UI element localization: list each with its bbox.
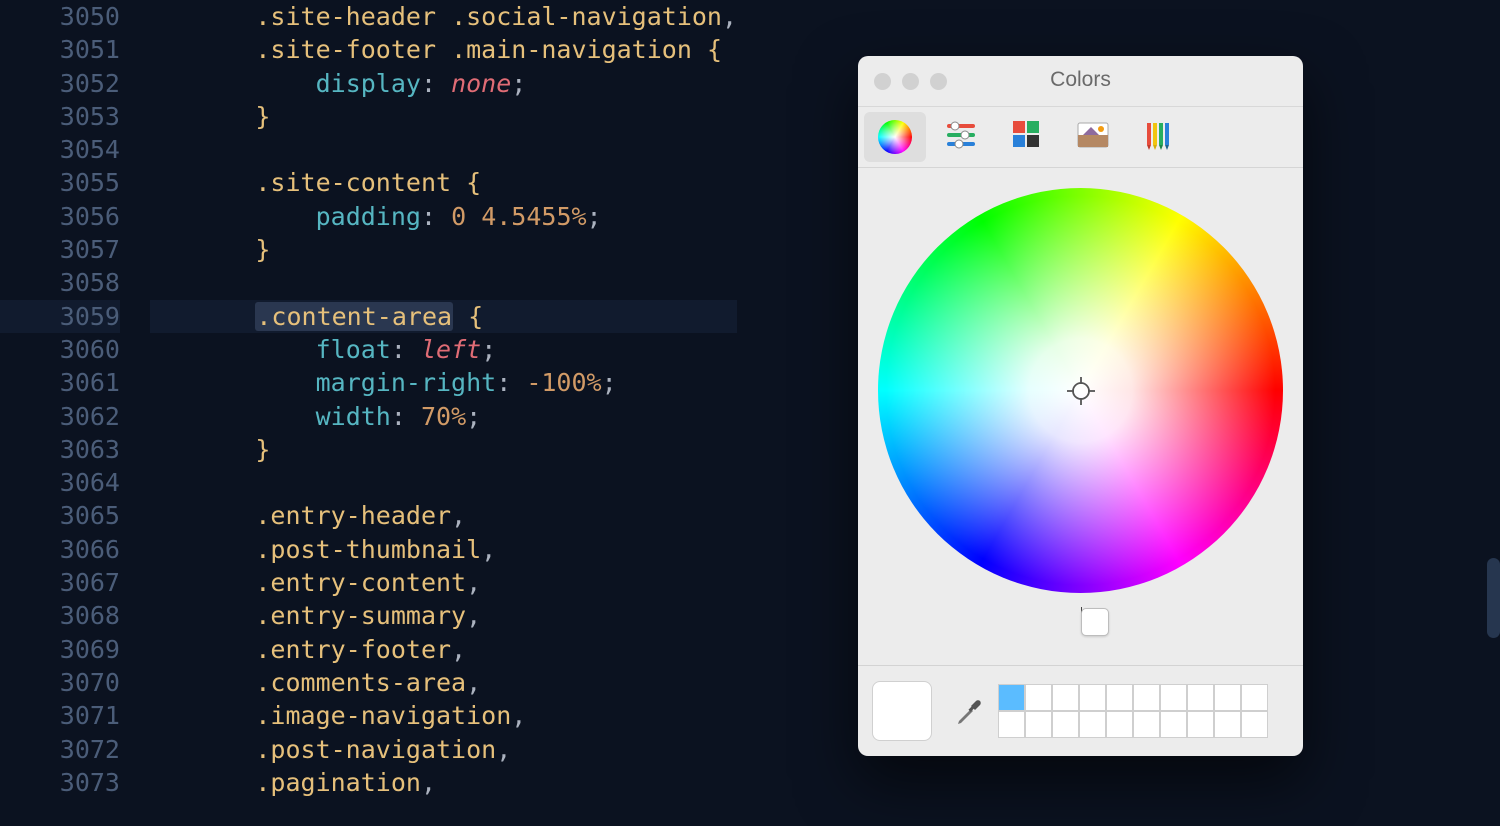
code-line[interactable]: .comments-area,: [150, 666, 737, 699]
line-number: 3073: [0, 766, 120, 799]
colors-panel[interactable]: Colors: [858, 56, 1303, 756]
code-line[interactable]: }: [150, 233, 737, 266]
code-line[interactable]: padding: 0 4.5455%;: [150, 200, 737, 233]
current-color-swatch[interactable]: [872, 681, 932, 741]
line-number: 3051: [0, 33, 120, 66]
color-wheel-icon: [878, 120, 912, 154]
line-number: 3064: [0, 466, 120, 499]
line-number: 3061: [0, 366, 120, 399]
line-number: 3065: [0, 499, 120, 532]
line-number: 3072: [0, 733, 120, 766]
line-number: 3057: [0, 233, 120, 266]
line-number: 3053: [0, 100, 120, 133]
code-line[interactable]: margin-right: -100%;: [150, 366, 737, 399]
line-number: 3069: [0, 633, 120, 666]
eyedropper-icon[interactable]: [952, 694, 986, 728]
image-tab[interactable]: [1062, 112, 1124, 162]
code-line[interactable]: }: [150, 100, 737, 133]
code-line[interactable]: .site-footer .main-navigation {: [150, 33, 737, 66]
line-number: 3068: [0, 599, 120, 632]
color-wheel[interactable]: [878, 188, 1283, 593]
line-number: 3055: [0, 166, 120, 199]
code-line[interactable]: .entry-content,: [150, 566, 737, 599]
code-area[interactable]: .site-header .social-navigation, .site-f…: [150, 0, 737, 799]
swatch-cell[interactable]: [998, 684, 1025, 711]
swatch-cell[interactable]: [1214, 684, 1241, 711]
color-wheel-tab[interactable]: [864, 112, 926, 162]
line-number: 3059: [0, 300, 120, 333]
line-number: 3067: [0, 566, 120, 599]
code-line[interactable]: .entry-summary,: [150, 599, 737, 632]
code-line[interactable]: width: 70%;: [150, 400, 737, 433]
line-number: 3054: [0, 133, 120, 166]
swatch-cell[interactable]: [1160, 684, 1187, 711]
code-line[interactable]: [150, 466, 737, 499]
swatch-cell[interactable]: [1079, 684, 1106, 711]
swatch-cell[interactable]: [1052, 711, 1079, 738]
palettes-tab[interactable]: [996, 112, 1058, 162]
image-icon: [1075, 117, 1111, 157]
picker-mode-tabs: [858, 107, 1303, 168]
pencils-tab[interactable]: [1128, 112, 1190, 162]
scrollbar-thumb[interactable]: [1487, 558, 1500, 638]
swatch-cell[interactable]: [1025, 684, 1052, 711]
line-number: 3063: [0, 433, 120, 466]
code-line[interactable]: .post-thumbnail,: [150, 533, 737, 566]
palettes-icon: [1009, 117, 1045, 157]
code-line[interactable]: .entry-footer,: [150, 633, 737, 666]
swatch-cell[interactable]: [1025, 711, 1052, 738]
swatch-cell[interactable]: [1133, 684, 1160, 711]
brightness-knob[interactable]: [1081, 608, 1109, 636]
swatch-cell[interactable]: [1106, 684, 1133, 711]
sliders-icon: [943, 117, 979, 157]
code-line[interactable]: .post-navigation,: [150, 733, 737, 766]
line-number: 3052: [0, 67, 120, 100]
line-number: 3058: [0, 266, 120, 299]
code-line[interactable]: .pagination,: [150, 766, 737, 799]
line-number: 3070: [0, 666, 120, 699]
swatch-cell[interactable]: [998, 711, 1025, 738]
line-number-gutter: 3050305130523053305430553056305730583059…: [0, 0, 145, 799]
swatch-cell[interactable]: [1241, 684, 1268, 711]
code-line[interactable]: [150, 133, 737, 166]
swatch-cell[interactable]: [1079, 711, 1106, 738]
code-line[interactable]: .site-content {: [150, 166, 737, 199]
line-number: 3050: [0, 0, 120, 33]
swatch-cell[interactable]: [1052, 684, 1079, 711]
code-line[interactable]: .site-header .social-navigation,: [150, 0, 737, 33]
swatch-cell[interactable]: [1187, 711, 1214, 738]
swatch-cell[interactable]: [1214, 711, 1241, 738]
code-line[interactable]: float: left;: [150, 333, 737, 366]
titlebar[interactable]: Colors: [858, 56, 1303, 107]
saved-swatches: [998, 684, 1268, 738]
swatch-cell[interactable]: [1133, 711, 1160, 738]
line-number: 3062: [0, 400, 120, 433]
code-line[interactable]: .image-navigation,: [150, 699, 737, 732]
code-line[interactable]: display: none;: [150, 67, 737, 100]
pencils-icon: [1141, 117, 1177, 157]
swatch-cell[interactable]: [1241, 711, 1268, 738]
code-line[interactable]: .entry-header,: [150, 499, 737, 532]
line-number: 3060: [0, 333, 120, 366]
swatch-cell[interactable]: [1106, 711, 1133, 738]
swatch-toolbar: [858, 665, 1303, 756]
code-line[interactable]: .content-area {: [150, 300, 737, 333]
code-line[interactable]: }: [150, 433, 737, 466]
line-number: 3066: [0, 533, 120, 566]
window-title: Colors: [858, 68, 1303, 92]
line-number: 3071: [0, 699, 120, 732]
swatch-cell[interactable]: [1160, 711, 1187, 738]
code-line[interactable]: [150, 266, 737, 299]
line-number: 3056: [0, 200, 120, 233]
sliders-tab[interactable]: [930, 112, 992, 162]
swatch-cell[interactable]: [1187, 684, 1214, 711]
